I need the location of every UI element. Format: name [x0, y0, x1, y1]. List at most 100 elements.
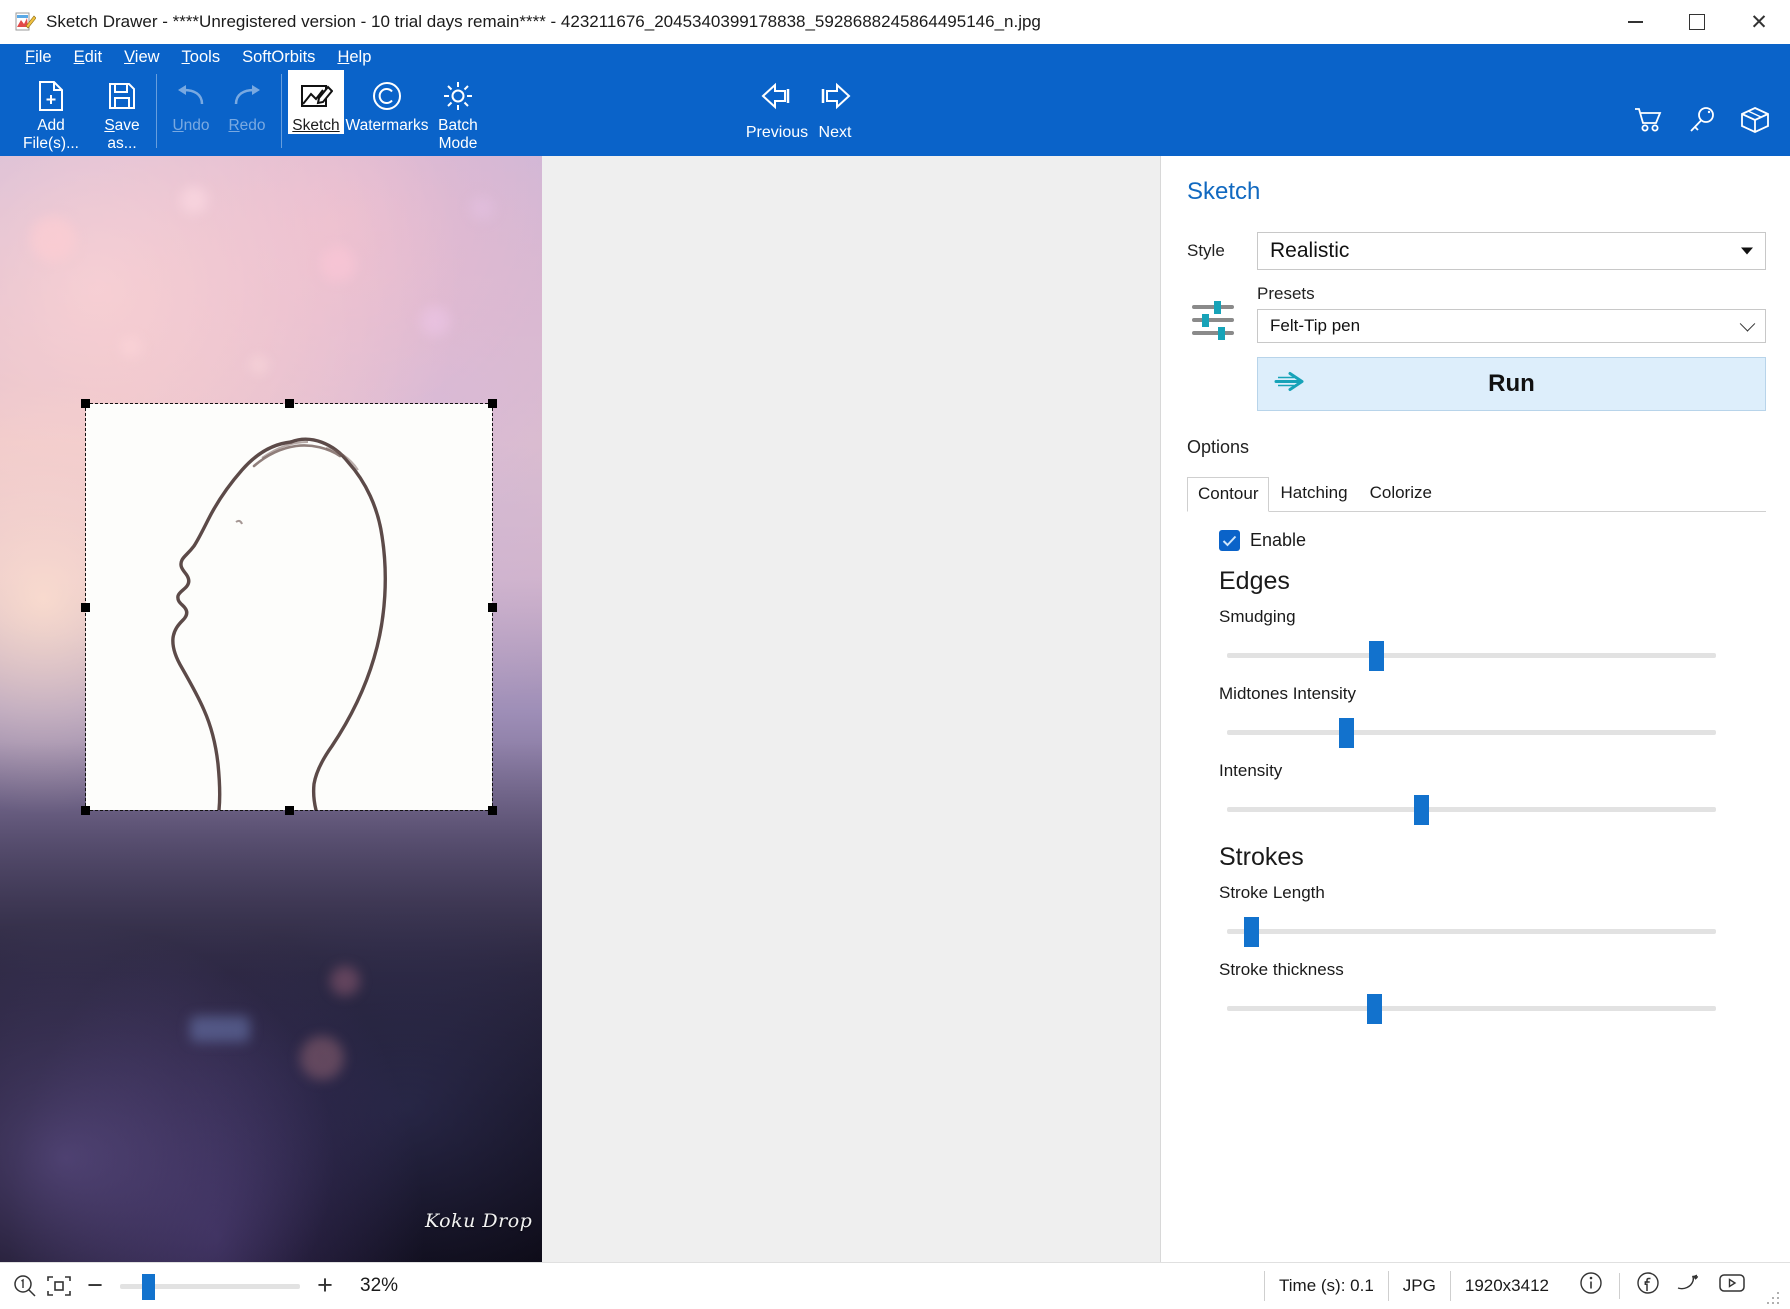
handle-e[interactable] [488, 603, 497, 612]
previous-label: Previous [746, 124, 808, 142]
options-tabs: Contour Hatching Colorize [1187, 476, 1766, 512]
add-file-icon [36, 76, 66, 116]
handle-w[interactable] [81, 603, 90, 612]
main-body: Koku Drop Sketch Style Realistic [0, 156, 1790, 1262]
navigation-group: Previous Next [748, 70, 864, 142]
next-button[interactable]: Next [806, 76, 864, 142]
panel-title: Sketch [1187, 178, 1766, 206]
tab-colorize[interactable]: Colorize [1359, 476, 1443, 511]
twitter-icon[interactable] [1676, 1271, 1702, 1300]
add-files-label-2: File(s)... [23, 135, 79, 152]
redo-button[interactable]: Redo [219, 70, 275, 134]
photo-foreground-flowers [0, 742, 542, 1262]
window-title: Sketch Drawer - ****Unregistered version… [46, 12, 1041, 32]
previous-button[interactable]: Previous [748, 76, 806, 142]
fit-to-screen-icon[interactable] [42, 1275, 76, 1297]
run-button[interactable]: Run [1257, 357, 1766, 411]
batch-mode-label-1: Batch [438, 117, 478, 134]
midtones-intensity-slider[interactable] [1219, 716, 1766, 750]
slider-track [1227, 929, 1716, 934]
toolbar-separator-2 [281, 74, 282, 148]
resize-grip[interactable] [1766, 1291, 1780, 1305]
menu-help[interactable]: Help [326, 47, 382, 67]
run-arrow-icon [1274, 370, 1310, 399]
watermarks-label: Watermarks [346, 117, 429, 134]
slider-thumb[interactable] [1244, 917, 1259, 947]
menu-softorbits[interactable]: SoftOrbits [231, 47, 326, 67]
zoom-in-button[interactable]: + [306, 1272, 344, 1299]
batch-mode-button[interactable]: Batch Mode [430, 70, 486, 152]
ribbon-toolbar: File Edit View Tools SoftOrbits Help Add… [0, 44, 1790, 156]
canvas-area[interactable]: Koku Drop [0, 156, 1160, 1262]
social-icons-group [1563, 1271, 1760, 1300]
enable-checkbox[interactable] [1219, 530, 1240, 551]
edges-heading: Edges [1219, 567, 1766, 596]
minimize-button[interactable] [1604, 0, 1666, 44]
stroke-length-slider[interactable] [1219, 915, 1766, 949]
zoom-out-button[interactable]: − [76, 1272, 114, 1299]
zoom-slider[interactable] [120, 1271, 300, 1301]
menu-bar: File Edit View Tools SoftOrbits Help [0, 44, 1790, 70]
close-button[interactable]: ✕ [1728, 0, 1790, 44]
handle-s[interactable] [285, 806, 294, 815]
stroke-thickness-slider[interactable] [1219, 992, 1766, 1026]
zoom-one-to-one-icon[interactable] [8, 1274, 42, 1298]
sliders-icon [1187, 297, 1239, 343]
toolbar-row: Add File(s)... Save as... Und [0, 70, 1790, 156]
style-select[interactable]: Realistic [1257, 232, 1766, 270]
maximize-button[interactable] [1666, 0, 1728, 44]
save-as-button[interactable]: Save as... [94, 70, 150, 152]
selection-box[interactable] [86, 404, 492, 810]
sketch-settings-panel: Sketch Style Realistic Presets [1160, 156, 1790, 1262]
tab-hatching[interactable]: Hatching [1269, 476, 1358, 511]
menu-file[interactable]: File [14, 47, 63, 67]
smudging-label: Smudging [1219, 607, 1766, 627]
redo-icon [230, 76, 264, 116]
presets-column: Presets Felt-Tip pen [1257, 284, 1766, 343]
sketch-button[interactable]: Sketch [288, 70, 344, 134]
key-icon[interactable] [1688, 106, 1716, 139]
box-icon[interactable] [1740, 106, 1770, 139]
slider-thumb[interactable] [1339, 718, 1354, 748]
handle-n[interactable] [285, 399, 294, 408]
zoom-slider-thumb[interactable] [142, 1274, 155, 1300]
sketch-label: Sketch [292, 117, 339, 134]
menu-tools[interactable]: Tools [171, 47, 232, 67]
tab-contour[interactable]: Contour [1187, 477, 1269, 512]
slider-thumb[interactable] [1367, 994, 1382, 1024]
presets-row: Presets Felt-Tip pen [1187, 284, 1766, 343]
slider-thumb[interactable] [1369, 641, 1384, 671]
smudging-slider[interactable] [1219, 639, 1766, 673]
status-bar: − + 32% Time (s): 0.1 JPG 1920x3412 [0, 1262, 1790, 1308]
youtube-icon[interactable] [1718, 1272, 1746, 1299]
photo-watermark: Koku Drop [425, 1210, 532, 1232]
add-files-button[interactable]: Add File(s)... [8, 70, 94, 152]
handle-nw[interactable] [81, 399, 90, 408]
title-bar: Sketch Drawer - ****Unregistered version… [0, 0, 1790, 44]
handle-ne[interactable] [488, 399, 497, 408]
status-right-group: Time (s): 0.1 JPG 1920x3412 [1264, 1263, 1782, 1309]
facebook-icon[interactable] [1636, 1271, 1660, 1300]
info-icon[interactable] [1579, 1271, 1603, 1300]
menu-edit[interactable]: Edit [63, 47, 113, 67]
run-label: Run [1258, 370, 1765, 398]
handle-se[interactable] [488, 806, 497, 815]
window-controls: ✕ [1604, 0, 1790, 44]
save-as-label-1: Save [104, 117, 139, 134]
menu-view[interactable]: View [113, 47, 170, 67]
arrow-left-icon [759, 76, 795, 116]
batch-mode-label-2: Mode [439, 135, 478, 152]
undo-button[interactable]: Undo [163, 70, 219, 134]
slider-track [1227, 653, 1716, 658]
watermarks-button[interactable]: Watermarks [344, 70, 430, 134]
cart-icon[interactable] [1634, 107, 1664, 138]
slider-track [1227, 807, 1716, 812]
presets-select[interactable]: Felt-Tip pen [1257, 309, 1766, 343]
chevron-down-icon [1741, 248, 1753, 255]
handle-sw[interactable] [81, 806, 90, 815]
enable-row[interactable]: Enable [1219, 530, 1766, 551]
stroke-thickness-label: Stroke thickness [1219, 960, 1766, 980]
contour-options: Enable Edges Smudging Midtones Intensity… [1187, 512, 1766, 1026]
slider-thumb[interactable] [1414, 795, 1429, 825]
intensity-slider[interactable] [1219, 793, 1766, 827]
